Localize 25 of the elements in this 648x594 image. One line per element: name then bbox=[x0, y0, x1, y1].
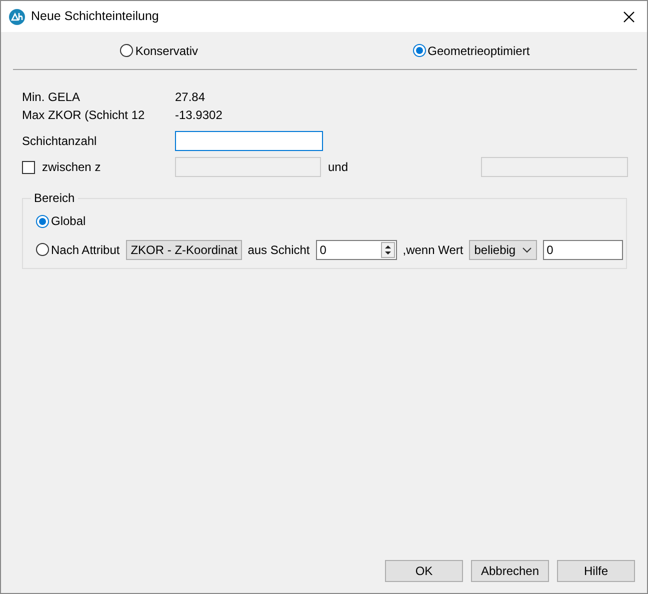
radio-button[interactable]: Geometrieoptimiert bbox=[412, 42, 530, 60]
field-label: Max ZKOR (Schicht 12 bbox=[22, 107, 146, 124]
input-field[interactable] bbox=[175, 131, 323, 151]
radio-button[interactable]: Nach Attribut bbox=[36, 240, 120, 258]
field-label: und bbox=[328, 159, 350, 176]
dropdown[interactable]: ZKOR - Z-Koordinat bbox=[126, 240, 242, 260]
spin-box[interactable]: 0 bbox=[316, 240, 380, 260]
radio-button[interactable]: Global bbox=[36, 212, 86, 230]
field-label: ,wenn Wert bbox=[402, 242, 464, 258]
spinner-arrows-icon[interactable] bbox=[380, 240, 397, 260]
field-label: Min. GELA bbox=[22, 89, 82, 106]
dialog-button[interactable]: Abbrechen bbox=[471, 560, 549, 582]
input-field[interactable]: 0 bbox=[542, 240, 623, 260]
field-label: aus Schicht bbox=[248, 242, 310, 258]
checkbox[interactable]: zwischen z bbox=[22, 158, 175, 176]
app-icon bbox=[9, 8, 25, 24]
dropdown[interactable]: beliebig bbox=[469, 240, 537, 260]
window-title: Neue Schichteinteilung bbox=[31, 8, 160, 26]
radio-button[interactable]: Konservativ bbox=[120, 42, 198, 60]
field-value: 27.84 bbox=[175, 89, 206, 106]
field-label: Schichtanzahl bbox=[22, 133, 98, 150]
caret-icon bbox=[522, 246, 532, 252]
dialog-button[interactable]: OK bbox=[385, 560, 463, 582]
dialog-button[interactable]: Hilfe bbox=[557, 560, 635, 582]
field-value: -13.9302 bbox=[175, 107, 222, 124]
